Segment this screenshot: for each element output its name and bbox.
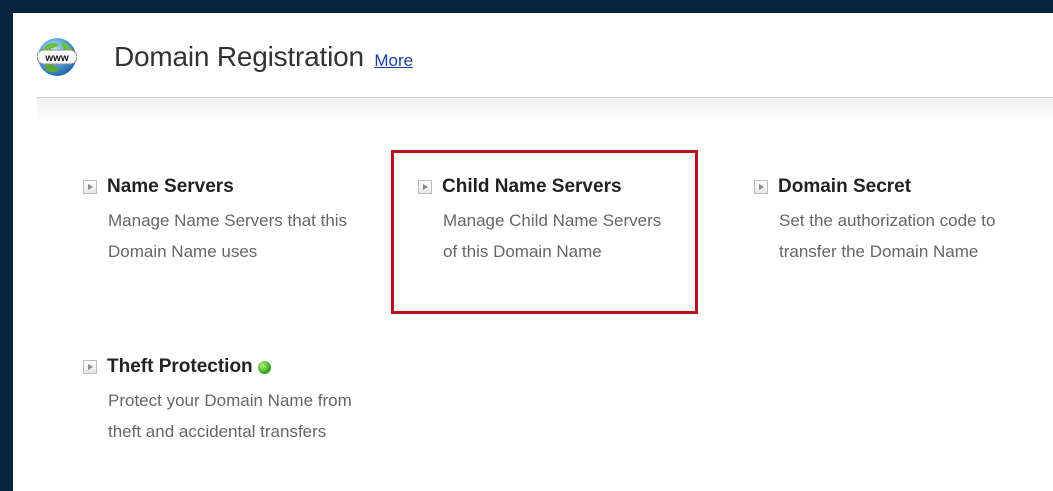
header-divider [37,97,1053,122]
option-theft-protection: Theft Protection Protect your Domain Nam… [83,356,363,447]
logo-text: www [44,53,69,64]
highlight-box [391,150,698,314]
page-title: Domain Registration [114,41,364,72]
arrow-right-icon [83,360,97,374]
option-description: Protect your Domain Name from theft and … [108,391,352,441]
green-status-dot-icon [257,360,271,374]
title-row: Domain Registration More [114,41,413,73]
option-title: Domain Secret [778,176,912,197]
arrow-right-icon [83,180,97,194]
name-servers-link[interactable]: Name Servers [83,176,363,198]
option-domain-secret: Domain Secret Set the authorization code… [754,176,1034,267]
option-description: Set the authorization code to transfer t… [779,211,996,261]
domain-registration-panel: www Domain Registration More Name Server… [13,13,1053,491]
arrow-right-icon [754,180,768,194]
option-name-servers: Name Servers Manage Name Servers that th… [83,176,363,267]
more-link[interactable]: More [374,51,413,70]
header: www Domain Registration More [13,13,1053,97]
option-title: Name Servers [107,176,234,197]
domain-secret-link[interactable]: Domain Secret [754,176,1034,198]
option-title: Theft Protection [107,356,253,377]
option-description: Manage Name Servers that this Domain Nam… [108,211,348,261]
theft-protection-link[interactable]: Theft Protection [83,356,363,378]
www-globe-icon: www [37,38,77,76]
